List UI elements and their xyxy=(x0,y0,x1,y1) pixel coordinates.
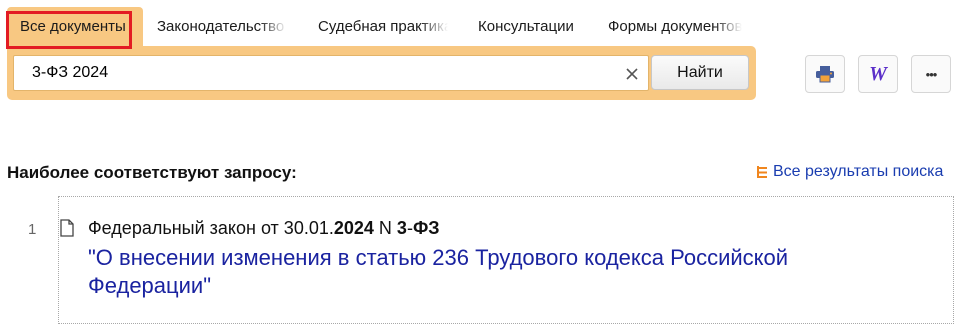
printer-icon xyxy=(816,66,834,83)
tab-court-practice[interactable]: Судебная практика xyxy=(318,7,448,46)
word-button[interactable]: W xyxy=(858,55,898,93)
title-year: 2024 xyxy=(333,218,374,238)
document-link[interactable]: "О внесении изменения в статью 236 Трудо… xyxy=(88,244,888,300)
find-button[interactable]: Найти xyxy=(651,55,749,90)
tree-icon xyxy=(757,166,767,178)
document-icon xyxy=(60,219,74,242)
tab-consultations[interactable]: Консультации xyxy=(478,7,588,46)
search-bar: Найти xyxy=(7,46,756,100)
document-title: Федеральный закон от 30.01.2024 N 3-ФЗ xyxy=(88,218,440,239)
title-fz: ФЗ xyxy=(412,218,440,238)
word-icon: W xyxy=(869,62,887,85)
print-button[interactable] xyxy=(805,55,845,93)
title-mid: N xyxy=(373,218,397,238)
tab-legislation[interactable]: Законодательство xyxy=(157,7,287,46)
close-icon[interactable] xyxy=(622,64,642,84)
search-input[interactable] xyxy=(32,56,612,90)
tab-document-forms[interactable]: Формы документов xyxy=(608,7,742,46)
title-number: 3 xyxy=(396,218,407,238)
results-heading: Наиболее соответствуют запросу: xyxy=(7,163,297,182)
tab-label: Консультации xyxy=(478,18,574,35)
tab-label: Все документы xyxy=(20,18,126,35)
all-results-label: Все результаты поиска xyxy=(773,163,944,180)
title-prefix: Федеральный закон от 30.01. xyxy=(88,218,334,238)
search-field xyxy=(13,55,649,91)
search-tabs: Все документы Законодательство Судебная … xyxy=(7,7,757,46)
more-button[interactable]: ••• xyxy=(911,55,951,93)
result-number: 1 xyxy=(28,221,37,238)
all-results-link[interactable]: Все результаты поиска xyxy=(755,163,943,181)
tab-all-documents[interactable]: Все документы xyxy=(7,7,143,46)
more-icon: ••• xyxy=(925,66,938,82)
